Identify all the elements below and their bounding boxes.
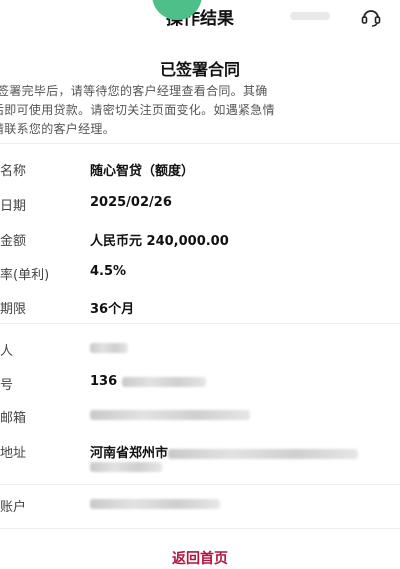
detail-label: 名称: [0, 164, 27, 179]
detail-value-redacted: [90, 459, 162, 474]
detail-label: 日期: [0, 199, 27, 214]
detail-value: 4.5%: [90, 264, 127, 279]
detail-row-amount: 金额 人民币元 240,000.00: [0, 230, 400, 254]
detail-label: 邮箱: [0, 411, 27, 426]
phone-prefix: 136: [90, 374, 118, 389]
detail-row-date: 日期 2025/02/26: [0, 195, 400, 219]
detail-row-account: 账户: [0, 496, 400, 520]
page-title: 操作结果: [166, 9, 234, 29]
notice-line: 后即可使用贷款。请密切关注页面变化。如遇紧急情: [0, 103, 275, 117]
detail-label: 账户: [0, 500, 27, 515]
detail-value-redacted: [90, 496, 220, 511]
detail-label: 率(单利): [0, 268, 50, 283]
divider: [0, 484, 400, 485]
detail-row-loan-name: 名称 随心智贷（额度）: [0, 160, 400, 184]
detail-value-redacted: [90, 340, 128, 355]
notice-line: ]签署完毕后，请等待您的客户经理查看合同。其确: [0, 84, 268, 98]
detail-row-name: 人: [0, 340, 400, 364]
divider: [0, 528, 400, 529]
detail-row-phone: 号 136: [0, 374, 400, 398]
detail-label: 人: [0, 344, 14, 359]
detail-row-address: 地址 河南省郑州市: [0, 442, 400, 476]
back-home-button[interactable]: 返回首页: [0, 548, 400, 568]
detail-value: 2025/02/26: [90, 195, 172, 210]
detail-label: 期限: [0, 302, 27, 317]
detail-value: 人民币元 240,000.00: [90, 234, 229, 249]
header-placeholder: [290, 12, 330, 20]
detail-label: 号: [0, 378, 14, 393]
detail-row-term: 期限 36个月: [0, 298, 400, 322]
status-title: 已签署合同: [159, 60, 240, 79]
detail-value-redacted: [90, 407, 250, 422]
detail-row-rate: 率(单利) 4.5%: [0, 264, 400, 288]
detail-value: 36个月: [90, 302, 135, 317]
divider: [0, 143, 400, 144]
detail-label: 金额: [0, 234, 27, 249]
headset-icon[interactable]: [360, 6, 382, 28]
detail-label: 地址: [0, 446, 27, 461]
notice-line: 请联系您的客户经理。: [0, 122, 116, 136]
detail-row-email: 邮箱: [0, 407, 400, 431]
divider: [0, 323, 400, 324]
notice-text: ]签署完毕后，请等待您的客户经理查看合同。其确 后即可使用贷款。请密切关注页面变…: [0, 82, 392, 139]
detail-value: 136: [90, 374, 206, 389]
detail-value: 随心智贷（额度）: [90, 164, 195, 179]
